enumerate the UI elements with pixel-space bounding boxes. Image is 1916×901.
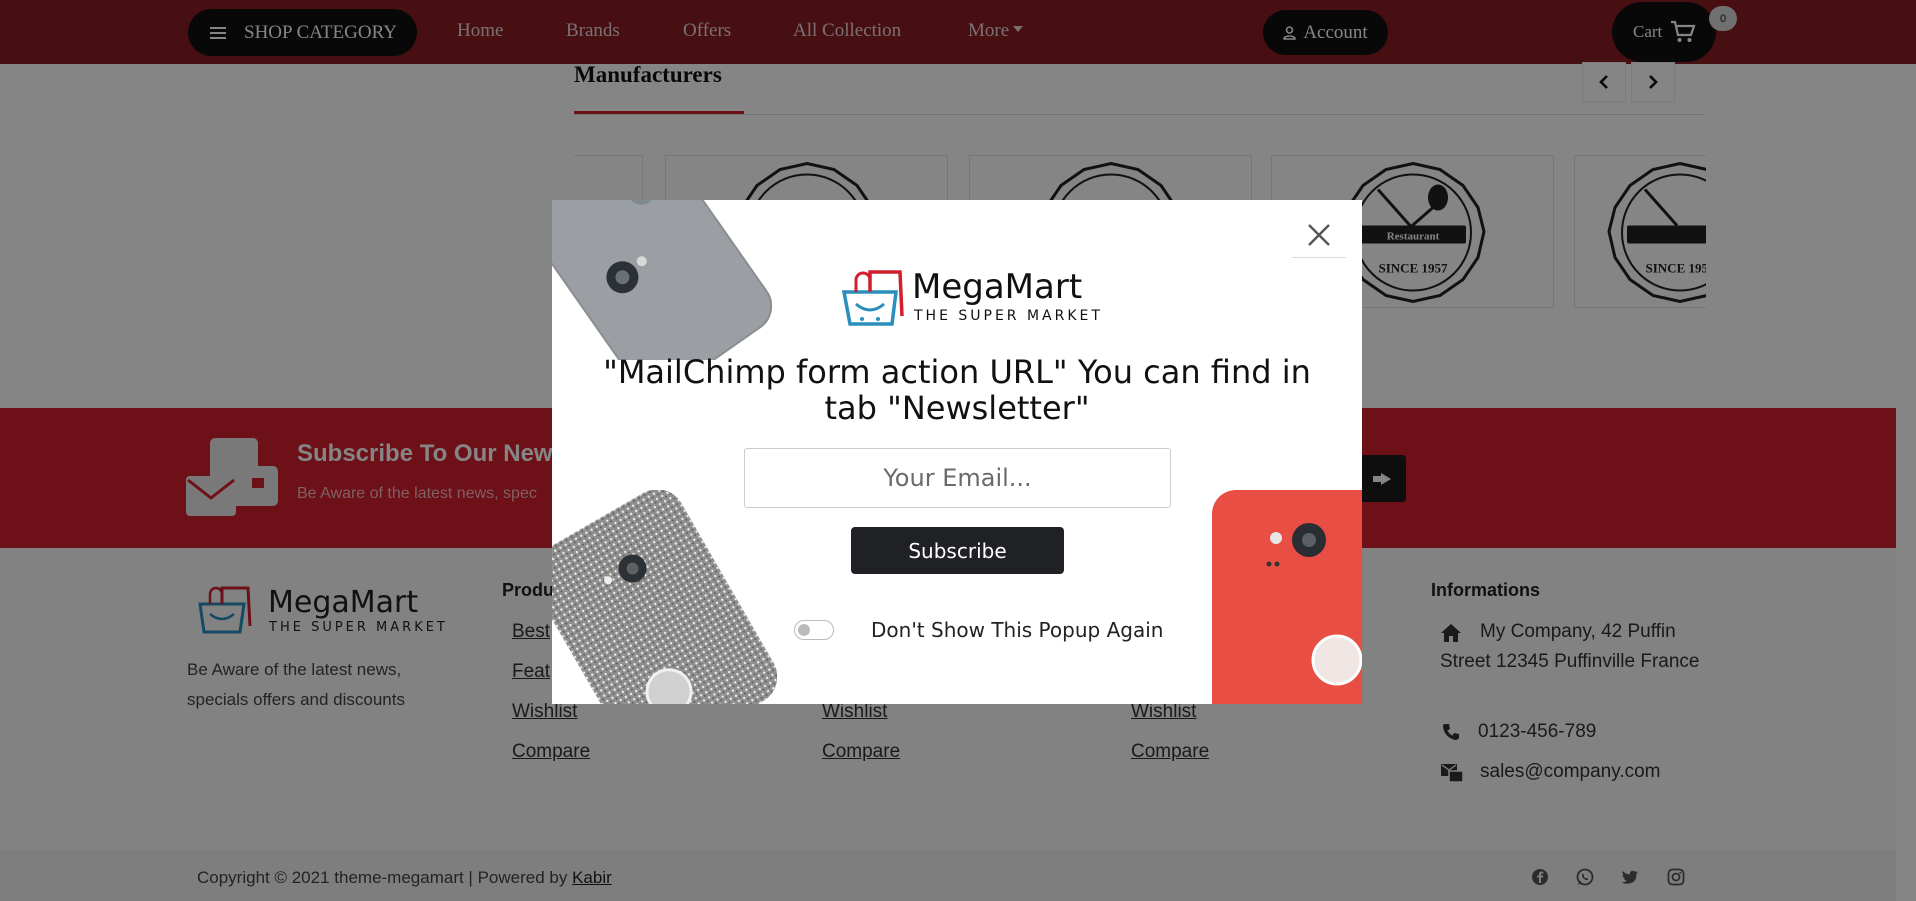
popup-email-input[interactable] <box>744 448 1171 508</box>
popup-subscribe-button[interactable]: Subscribe <box>851 527 1064 574</box>
phone-case-image <box>552 490 777 704</box>
close-icon <box>1308 223 1330 246</box>
phone-case-image <box>552 200 772 360</box>
newsletter-popup: MegaMart THE SUPER MARKET "MailChimp for… <box>552 200 1362 704</box>
popup-logo-tag: THE SUPER MARKET <box>913 308 1103 324</box>
popup-logo-name: MegaMart <box>912 267 1082 307</box>
phone-case-image <box>1212 490 1362 704</box>
dont-show-label: Don't Show This Popup Again <box>871 618 1164 642</box>
popup-close-button[interactable] <box>1292 212 1346 258</box>
popup-heading: "MailChimp form action URL" You can find… <box>603 353 1311 427</box>
dont-show-toggle[interactable] <box>794 620 834 640</box>
popup-logo: MegaMart THE SUPER MARKET <box>841 264 1106 335</box>
